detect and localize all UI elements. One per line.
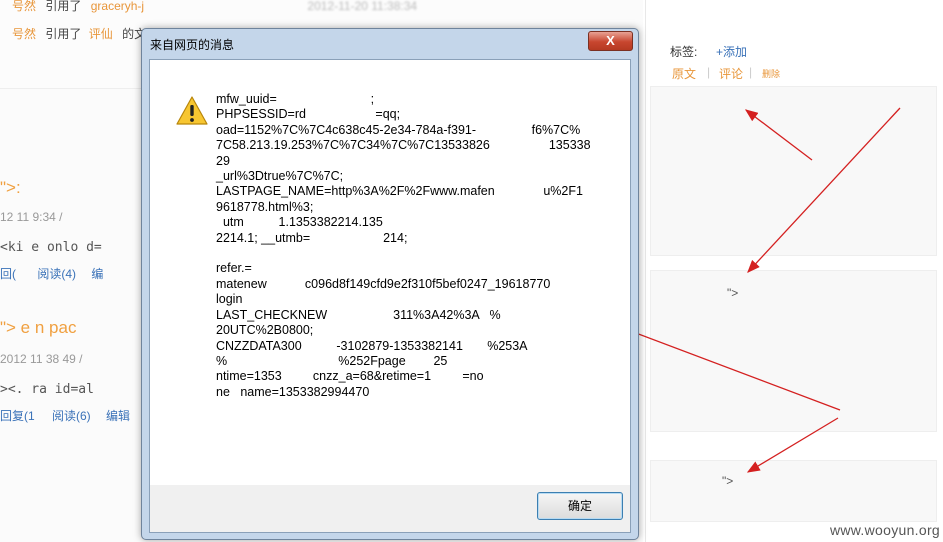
post-links: 回( 阅读(4) 编 bbox=[0, 265, 103, 282]
tab-delete[interactable]: 删除 bbox=[762, 67, 780, 80]
reply-link[interactable]: 回复(1 bbox=[0, 409, 35, 423]
citation-user[interactable]: 号然 bbox=[12, 27, 36, 41]
add-tag-link[interactable]: +添加 bbox=[716, 43, 747, 60]
dialog-body: mfw_uuid= ; PHPSESSID=rd =qq; oad=1152%7… bbox=[149, 59, 631, 533]
tab-separator: | bbox=[707, 65, 711, 79]
close-button[interactable]: X bbox=[588, 31, 633, 51]
tab-separator: | bbox=[749, 65, 753, 79]
snippet-text: "> bbox=[727, 286, 739, 300]
post-code: <ki e onlo d= bbox=[0, 240, 102, 255]
dialog-content-area: mfw_uuid= ; PHPSESSID=rd =qq; oad=1152%7… bbox=[150, 60, 630, 485]
snippet-box bbox=[650, 86, 937, 256]
snippet-box bbox=[650, 460, 937, 522]
tab-comments[interactable]: 评论 bbox=[719, 65, 743, 82]
post-title[interactable]: ">: bbox=[0, 178, 21, 198]
citation-user[interactable]: 号然 bbox=[12, 0, 36, 13]
citation-action: 引用了 bbox=[45, 27, 82, 41]
citation-target[interactable]: 评仙 bbox=[89, 27, 113, 41]
citation-row: 号然 引用了 graceryh-j 2012-11-20 11:38:34 bbox=[12, 0, 417, 14]
ok-button[interactable]: 确定 bbox=[537, 492, 623, 520]
alert-dialog: 来自网页的消息 X mfw_uuid= ; PHPSESSID=rd =qq; … bbox=[141, 28, 639, 540]
tab-original[interactable]: 原文 bbox=[672, 65, 696, 82]
read-link[interactable]: 阅读(4) bbox=[37, 267, 76, 281]
snippet-box bbox=[650, 270, 937, 432]
citation-row: 号然 引用了 评仙 的文 bbox=[12, 26, 146, 42]
dialog-title: 来自网页的消息 bbox=[150, 38, 235, 52]
edit-link[interactable]: 编辑 bbox=[106, 409, 130, 423]
citation-action: 引用了 bbox=[45, 0, 82, 13]
watermark: www.wooyun.org bbox=[829, 522, 940, 538]
reply-link[interactable]: 回( bbox=[0, 267, 19, 281]
tags-label: 标签: bbox=[670, 45, 698, 59]
citation-time: 2012-11-20 11:38:34 bbox=[307, 0, 418, 13]
citation-target[interactable]: graceryh-j bbox=[91, 0, 144, 13]
dialog-message: mfw_uuid= ; PHPSESSID=rd =qq; oad=1152%7… bbox=[216, 92, 591, 399]
edit-link[interactable]: 编 bbox=[91, 267, 103, 281]
post-meta: 12 11 9:34 / bbox=[0, 210, 63, 224]
post-links: 回复(1 阅读(6) 编辑 bbox=[0, 407, 130, 424]
read-link[interactable]: 阅读(6) bbox=[52, 409, 91, 423]
post-title[interactable]: "> e n pac bbox=[0, 318, 76, 338]
warning-icon bbox=[176, 96, 208, 125]
post-meta: 2012 11 38 49 / bbox=[0, 352, 83, 366]
snippet-text: "> bbox=[722, 474, 734, 488]
post-code: ><. ra id=al bbox=[0, 382, 94, 397]
